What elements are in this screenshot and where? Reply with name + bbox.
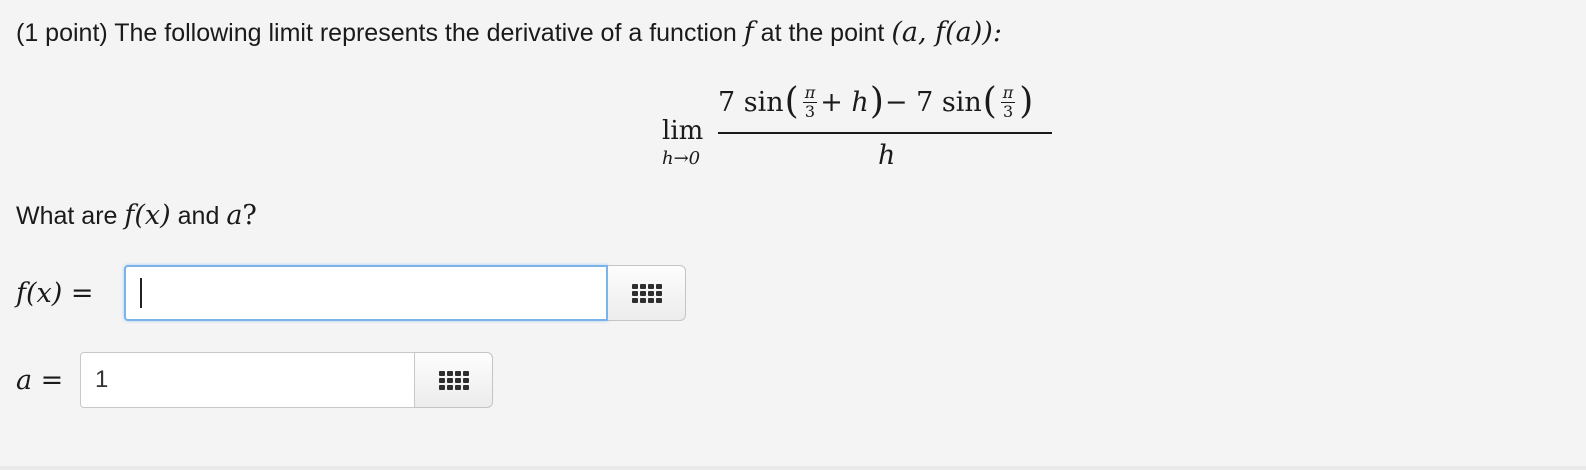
numerator: 7 sin ( π 3 + h ) − 7 sin ( π 3 ) [718, 81, 1034, 122]
statement-text-2: at the point [760, 19, 885, 47]
points-label: (1 point) [16, 19, 108, 47]
bottom-divider [0, 466, 1586, 470]
math-keyboard-icon [631, 283, 662, 303]
a-answer-row: a = 1 [16, 352, 493, 408]
lim-subscript: h→0 [662, 148, 701, 169]
lim-word: lim [662, 116, 704, 146]
problem-statement: (1 point) The following limit represents… [16, 17, 1002, 48]
question-text: What are f(x) and a? [16, 200, 257, 231]
function-symbol: f [743, 17, 754, 48]
a-input[interactable]: 1 [80, 352, 415, 408]
fx-label: f(x) = [16, 277, 94, 309]
pi-over-3-fraction-2: π 3 [1000, 82, 1016, 121]
limit-expression: lim h→0 7 sin ( π 3 + h ) − 7 sin ( π 3 … [660, 84, 1060, 174]
pi-over-3-fraction: π 3 [802, 82, 818, 121]
a-label: a = [16, 364, 64, 396]
denominator: h [878, 140, 896, 171]
fraction-bar [718, 132, 1052, 134]
fx-input[interactable] [124, 265, 608, 321]
fx-math-keyboard-button[interactable] [608, 265, 686, 321]
fx-answer-row: f(x) = [16, 265, 686, 321]
statement-text: The following limit represents the deriv… [114, 19, 737, 47]
text-caret [140, 278, 142, 308]
a-math-keyboard-button[interactable] [415, 352, 493, 408]
point-expression: (a, f(a)): [891, 17, 1002, 48]
math-keyboard-icon [438, 370, 469, 390]
